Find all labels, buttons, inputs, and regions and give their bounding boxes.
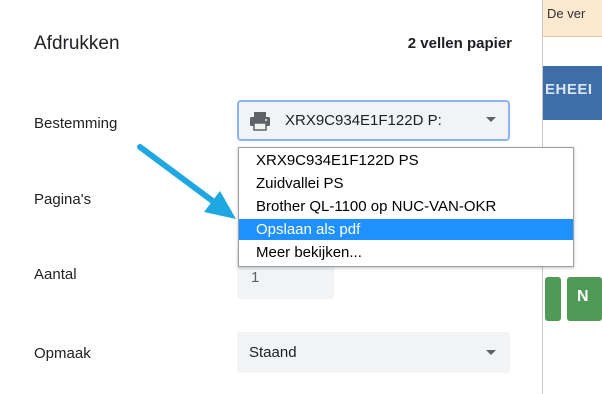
pointer-arrow-icon (137, 144, 236, 219)
